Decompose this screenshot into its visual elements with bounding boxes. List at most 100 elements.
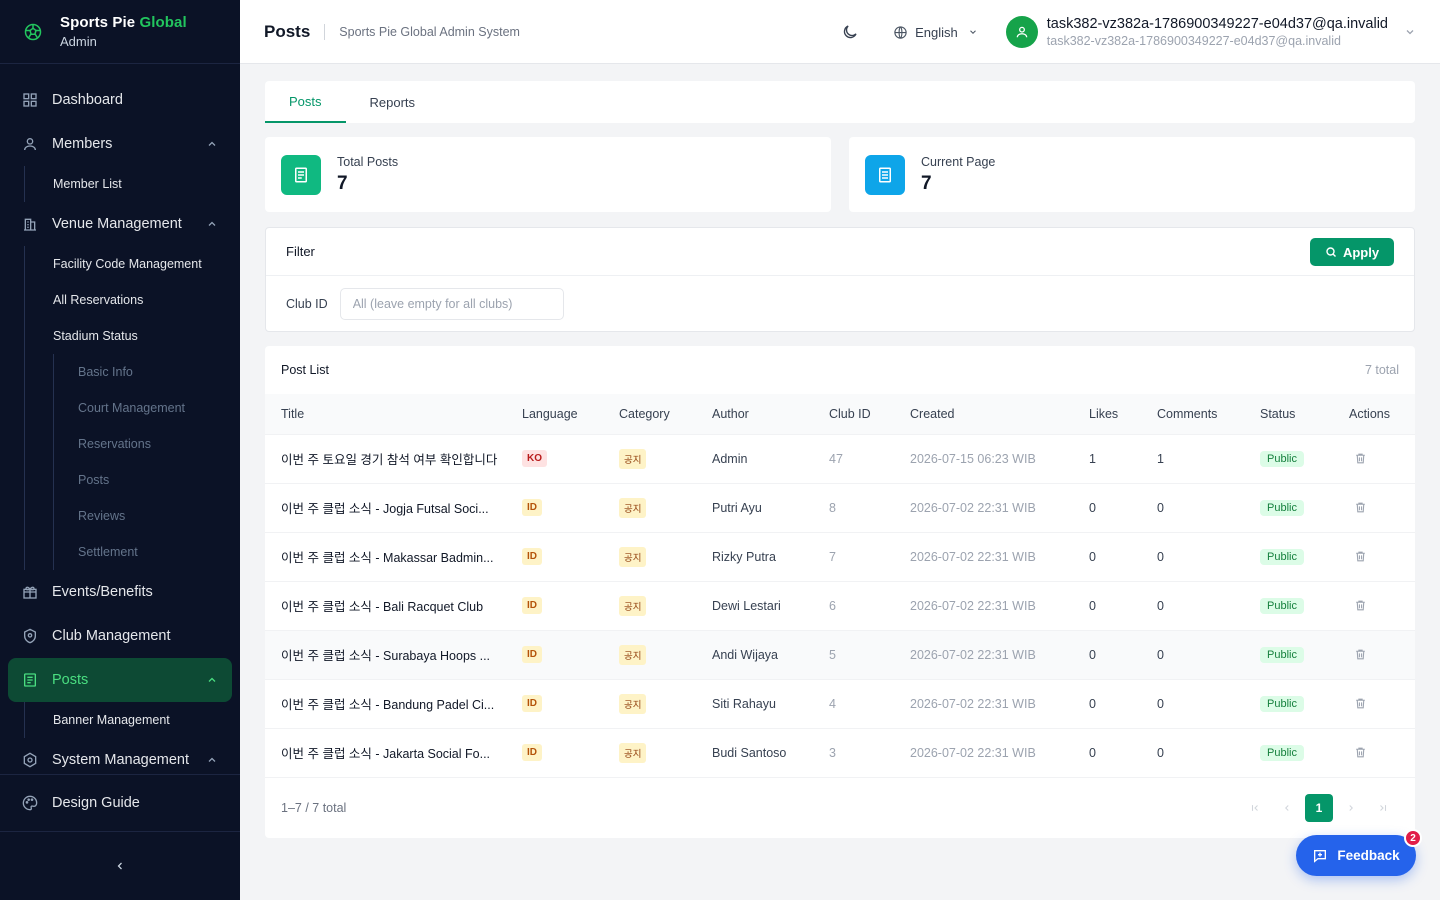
likes-cell: 0 [1089, 549, 1096, 564]
post-tabs: Posts Reports [265, 81, 1415, 123]
post-title[interactable]: 이번 주 클럽 소식 - Jakarta Social Fo... [265, 728, 506, 777]
column-header[interactable]: Likes [1073, 394, 1141, 434]
actions-cell [1333, 434, 1415, 483]
post-title[interactable]: 이번 주 클럽 소식 - Bandung Padel Ci... [265, 679, 506, 728]
column-header[interactable]: Comments [1141, 394, 1244, 434]
chevrons-right-icon [1380, 805, 1387, 811]
top-header: Posts Sports Pie Global Admin System Eng… [240, 0, 1440, 64]
chevron-up-icon [208, 677, 216, 682]
sidebar-item-facility-code[interactable]: Facility Code Management [25, 246, 240, 282]
trash-icon[interactable] [1354, 550, 1367, 563]
sidebar-item-basic-info[interactable]: Basic Info [54, 354, 240, 390]
status-cell: Public [1244, 679, 1333, 728]
sidebar-item-banner-management[interactable]: Banner Management [25, 702, 240, 738]
sidebar-collapse-button[interactable] [0, 831, 240, 900]
post-list-card: Post List 7 total Title Language Categor… [265, 346, 1415, 838]
sidebar-item-member-list[interactable]: Member List [25, 166, 240, 202]
document-icon [295, 167, 307, 182]
sidebar-item-stadium-status[interactable]: Stadium Status [25, 318, 240, 354]
column-header[interactable]: Title [265, 394, 506, 434]
category-cell: 공지 [603, 728, 696, 777]
sidebar-item-reviews[interactable]: Reviews [54, 498, 240, 534]
column-header[interactable]: Created [894, 394, 1073, 434]
sidebar-item-label: Dashboard [52, 92, 123, 108]
language-cell: ID [506, 532, 603, 581]
status-badge: Public [1260, 548, 1304, 565]
post-title[interactable]: 이번 주 클럽 소식 - Makassar Badmin... [265, 532, 506, 581]
created-cell: 2026-07-02 22:31 WIB [910, 696, 1036, 711]
trash-icon[interactable] [1354, 697, 1367, 710]
post-table: Title Language Category Author Club ID C… [265, 394, 1415, 777]
sidebar-item-posts[interactable]: Posts [8, 658, 232, 702]
trash-icon[interactable] [1354, 648, 1367, 661]
table-row[interactable]: 이번 주 클럽 소식 - Bandung Padel Ci... ID 공지 Siti… [265, 679, 1415, 728]
prev-page-button[interactable] [1273, 794, 1301, 822]
trash-icon[interactable] [1354, 452, 1367, 465]
column-header[interactable]: Category [603, 394, 696, 434]
language-cell: ID [506, 679, 603, 728]
table-row[interactable]: 이번 주 클럽 소식 - Jogja Futsal Soci... ID 공지 Put… [265, 483, 1415, 532]
post-title[interactable]: 이번 주 토요일 경기 참석 여부 확인합니다 [265, 434, 506, 483]
status-cell: Public [1244, 630, 1333, 679]
sidebar-item-venue-management[interactable]: Venue Management [0, 202, 240, 246]
sidebar-item-members[interactable]: Members [0, 122, 240, 166]
table-row[interactable]: 이번 주 클럽 소식 - Surabaya Hoops ... ID 공지 Andi … [265, 630, 1415, 679]
club-id-input[interactable] [339, 288, 564, 320]
trash-icon[interactable] [1354, 599, 1367, 612]
post-title[interactable]: 이번 주 클럽 소식 - Surabaya Hoops ... [265, 630, 506, 679]
table-row[interactable]: 이번 주 클럽 소식 - Jakarta Social Fo... ID 공지 Bud… [265, 728, 1415, 777]
user-icon [1016, 26, 1028, 38]
file-icon [879, 167, 891, 182]
sidebar-item-reservations[interactable]: Reservations [54, 426, 240, 462]
trash-icon[interactable] [1354, 746, 1367, 759]
user-menu[interactable]: task382-vz382a-1786900349227-e04d37@qa.i… [1005, 16, 1416, 48]
sidebar-item-settlement[interactable]: Settlement [54, 534, 240, 570]
sidebar-item-events-benefits[interactable]: Events/Benefits [0, 570, 240, 614]
chevron-down-icon [1406, 30, 1414, 35]
column-header[interactable]: Club ID [813, 394, 894, 434]
brand[interactable]: Sports Pie Global Admin [0, 0, 240, 64]
post-list-header: Post List 7 total [265, 346, 1415, 394]
author-cell: Andi Wijaya [712, 647, 778, 662]
last-page-button[interactable] [1369, 794, 1397, 822]
sidebar-item-dashboard[interactable]: Dashboard [0, 78, 240, 122]
sidebar-item-design-guide[interactable]: Design Guide [0, 775, 240, 831]
table-row[interactable]: 이번 주 클럽 소식 - Makassar Badmin... ID 공지 Rizky… [265, 532, 1415, 581]
header-divider [324, 23, 326, 40]
column-header[interactable]: Author [696, 394, 813, 434]
trash-icon[interactable] [1354, 501, 1367, 514]
post-title[interactable]: 이번 주 클럽 소식 - Jogja Futsal Soci... [265, 483, 506, 532]
language-cell: ID [506, 581, 603, 630]
comments-cell: 0 [1157, 500, 1164, 515]
category-badge: 공지 [619, 693, 647, 714]
venue-submenu: Facility Code Management All Reservation… [24, 246, 240, 570]
first-page-button[interactable] [1241, 794, 1269, 822]
shield-icon [24, 628, 36, 644]
document-icon [24, 673, 36, 687]
column-header[interactable]: Language [506, 394, 603, 434]
next-page-button[interactable] [1337, 794, 1365, 822]
header-actions: English task382-vz382a-1786900349227-e04… [841, 0, 1440, 64]
tab-reports[interactable]: Reports [346, 81, 440, 123]
column-header[interactable]: Status [1244, 394, 1333, 434]
likes-cell: 0 [1089, 500, 1096, 515]
table-row[interactable]: 이번 주 클럽 소식 - Bali Racquet Club ID 공지 Dewi L… [265, 581, 1415, 630]
post-title[interactable]: 이번 주 클럽 소식 - Bali Racquet Club [265, 581, 506, 630]
table-row[interactable]: 이번 주 토요일 경기 참석 여부 확인합니다 KO 공지 Admin 47 2026-0… [265, 434, 1415, 483]
sidebar-item-court-management[interactable]: Court Management [54, 390, 240, 426]
pagination-bar: 1–7 / 7 total 1 [265, 777, 1415, 838]
status-badge: Public [1260, 695, 1304, 712]
tab-posts[interactable]: Posts [265, 81, 346, 123]
avatar [1005, 16, 1038, 48]
moon-icon[interactable] [841, 23, 859, 41]
actions-cell [1333, 630, 1415, 679]
apply-button[interactable]: Apply [1310, 238, 1394, 266]
sidebar-item-club-management[interactable]: Club Management [0, 614, 240, 658]
club-id-cell: 4 [829, 696, 836, 711]
feedback-button[interactable]: Feedback 2 [1296, 829, 1422, 876]
page-button-current[interactable]: 1 [1305, 794, 1333, 822]
sidebar-item-all-reservations[interactable]: All Reservations [25, 282, 240, 318]
author-cell: Budi Santoso [712, 745, 787, 760]
sidebar-item-stadium-posts[interactable]: Posts [54, 462, 240, 498]
language-selector[interactable]: English [893, 25, 978, 40]
